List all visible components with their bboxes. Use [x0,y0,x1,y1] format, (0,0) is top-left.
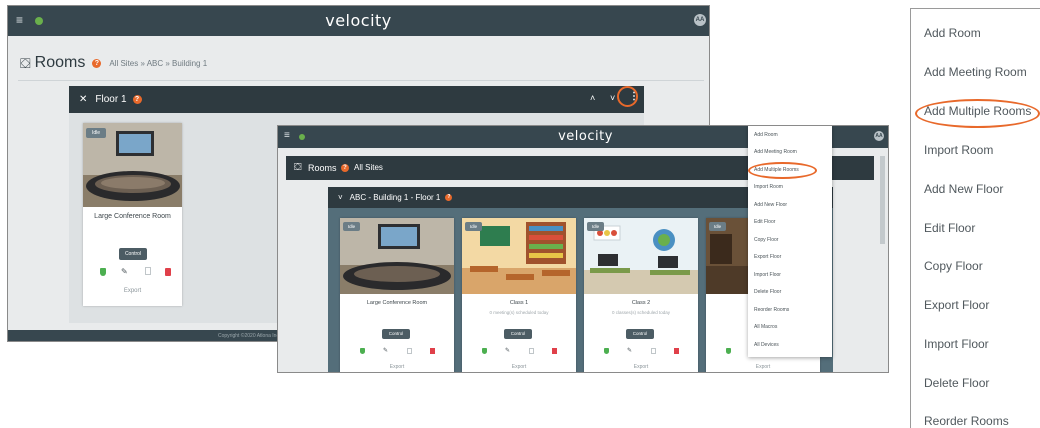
page-header: ⛋ Rooms ? All Sites » ABC » Building 1 [20,54,207,72]
menu-item-add-room[interactable]: Add Room [754,132,778,138]
collapse-icon[interactable]: ˅ [338,193,343,202]
room-card[interactable]: Idle Class 2 0 classes(s) scheduled toda… [584,218,698,372]
edit-icon[interactable]: ✎ [505,347,510,354]
status-badge: Idle [343,222,360,231]
divider [18,80,704,81]
highlight-ring [617,86,638,107]
export-link[interactable]: Export [706,364,820,370]
delete-icon[interactable] [674,348,679,354]
zoomed-options-menu: Add Room Add Meeting Room Add Multiple R… [910,8,1040,428]
page-title: Rooms [34,54,86,71]
menu-item-export-floor[interactable]: Export Floor [924,298,989,312]
edit-icon[interactable]: ✎ [121,267,128,276]
menu-item-add-room[interactable]: Add Room [924,26,981,40]
rooms-icon: ⛋ [20,54,31,71]
menu-item-delete-floor[interactable]: Delete Floor [754,289,781,295]
menu-item-delete-floor[interactable]: Delete Floor [924,376,989,390]
control-button[interactable]: Control [504,329,532,339]
delete-icon[interactable] [552,348,557,354]
menu-item-import-floor[interactable]: Import Floor [924,337,989,351]
menu-item-import-room[interactable]: Import Room [754,184,783,190]
edit-icon[interactable]: ✎ [383,347,388,354]
highlight-ring [748,162,817,179]
status-badge: Idle [465,222,482,231]
breadcrumb[interactable]: All Sites » ABC » Building 1 [109,59,207,68]
export-link[interactable]: Export [584,364,698,370]
rooms-icon: ⛋ [294,162,302,173]
room-name: Class 2 [631,300,651,306]
floor-title: Floor 1 [95,94,127,105]
room-name: Class 1 [509,300,529,306]
menu-item-add-meeting-room[interactable]: Add Meeting Room [924,65,1027,79]
menu-item-edit-floor[interactable]: Edit Floor [924,221,975,235]
menu-item-all-macros[interactable]: All Macros [754,324,777,330]
status-badge: Idle [709,222,726,231]
chevron-down-icon[interactable]: ˅ [610,93,615,103]
room-card[interactable]: Idle Large Conference Room Control ✎ Exp… [340,218,454,372]
highlight-ring [915,99,1040,128]
schedule-text: 0 classes(s) scheduled today [611,310,671,315]
copy-icon[interactable] [407,348,412,354]
menu-item-add-meeting-room[interactable]: Add Meeting Room [754,149,797,155]
status-badge: Idle [587,222,604,231]
status-badge: Idle [86,128,106,138]
menu-item-reorder-rooms[interactable]: Reorder Rooms [754,307,789,313]
floor-options-menu: Add Room Add Meeting Room Add Multiple R… [748,126,832,357]
help-icon[interactable]: ? [92,58,102,68]
room-status-icon [360,348,365,354]
menu-item-copy-floor[interactable]: Copy Floor [924,259,983,273]
page-title: Rooms [308,163,337,173]
menu-item-all-devices[interactable]: All Devices [754,342,779,348]
scrollbar[interactable] [880,156,885,244]
delete-icon[interactable] [430,348,435,354]
menu-item-export-floor[interactable]: Export Floor [754,254,781,260]
room-name: Large Conference Room [94,213,171,220]
room-status-icon [100,268,106,276]
menu-item-add-new-floor[interactable]: Add New Floor [754,202,787,208]
copy-icon[interactable] [651,348,656,354]
export-link[interactable]: Export [83,288,182,294]
edit-icon[interactable]: ✎ [627,347,632,354]
top-navbar: ≡ velocity AA [8,6,709,36]
floor-title: ABC - Building 1 - Floor 1 [349,193,441,202]
room-card[interactable]: Idle Large Conference Room Control ✎ Exp… [83,123,182,306]
help-icon[interactable]: ? [132,95,142,104]
collapse-icon[interactable]: ✕ [79,94,87,105]
control-button[interactable]: Control [119,248,147,260]
menu-item-edit-floor[interactable]: Edit Floor [754,219,775,225]
delete-icon[interactable] [165,268,171,276]
chevron-up-icon[interactable]: ˄ [590,93,595,103]
menu-item-add-new-floor[interactable]: Add New Floor [924,182,1003,196]
room-status-icon [726,348,731,354]
export-link[interactable]: Export [462,364,576,370]
copy-icon[interactable] [529,348,534,354]
menu-item-import-floor[interactable]: Import Floor [754,272,781,278]
menu-item-copy-floor[interactable]: Copy Floor [754,237,778,243]
help-icon[interactable]: ? [341,164,349,172]
room-card[interactable]: Idle Class 1 0 meeting(s) scheduled toda… [462,218,576,372]
brand-logo: velocity [325,11,392,30]
control-button[interactable]: Control [382,329,410,339]
user-avatar[interactable]: AA [694,14,706,26]
room-name: Large Conference Room [366,300,428,306]
schedule-text: 0 meeting(s) scheduled today [489,310,549,315]
menu-item-import-room[interactable]: Import Room [924,143,993,157]
room-status-icon [604,348,609,354]
help-icon[interactable]: ? [445,194,453,201]
menu-item-reorder-rooms[interactable]: Reorder Rooms [924,414,1009,428]
user-avatar[interactable]: AA [874,131,884,141]
breadcrumb[interactable]: All Sites [354,163,383,172]
control-button[interactable]: Control [626,329,654,339]
export-link[interactable]: Export [340,364,454,370]
room-status-icon [482,348,487,354]
copyright-text: Copyright ©2020 Atlona Inc [218,333,279,339]
copy-icon[interactable] [145,267,151,275]
floor-header: ✕ Floor 1 ? ˄ ˅ ⋮ [69,86,644,113]
